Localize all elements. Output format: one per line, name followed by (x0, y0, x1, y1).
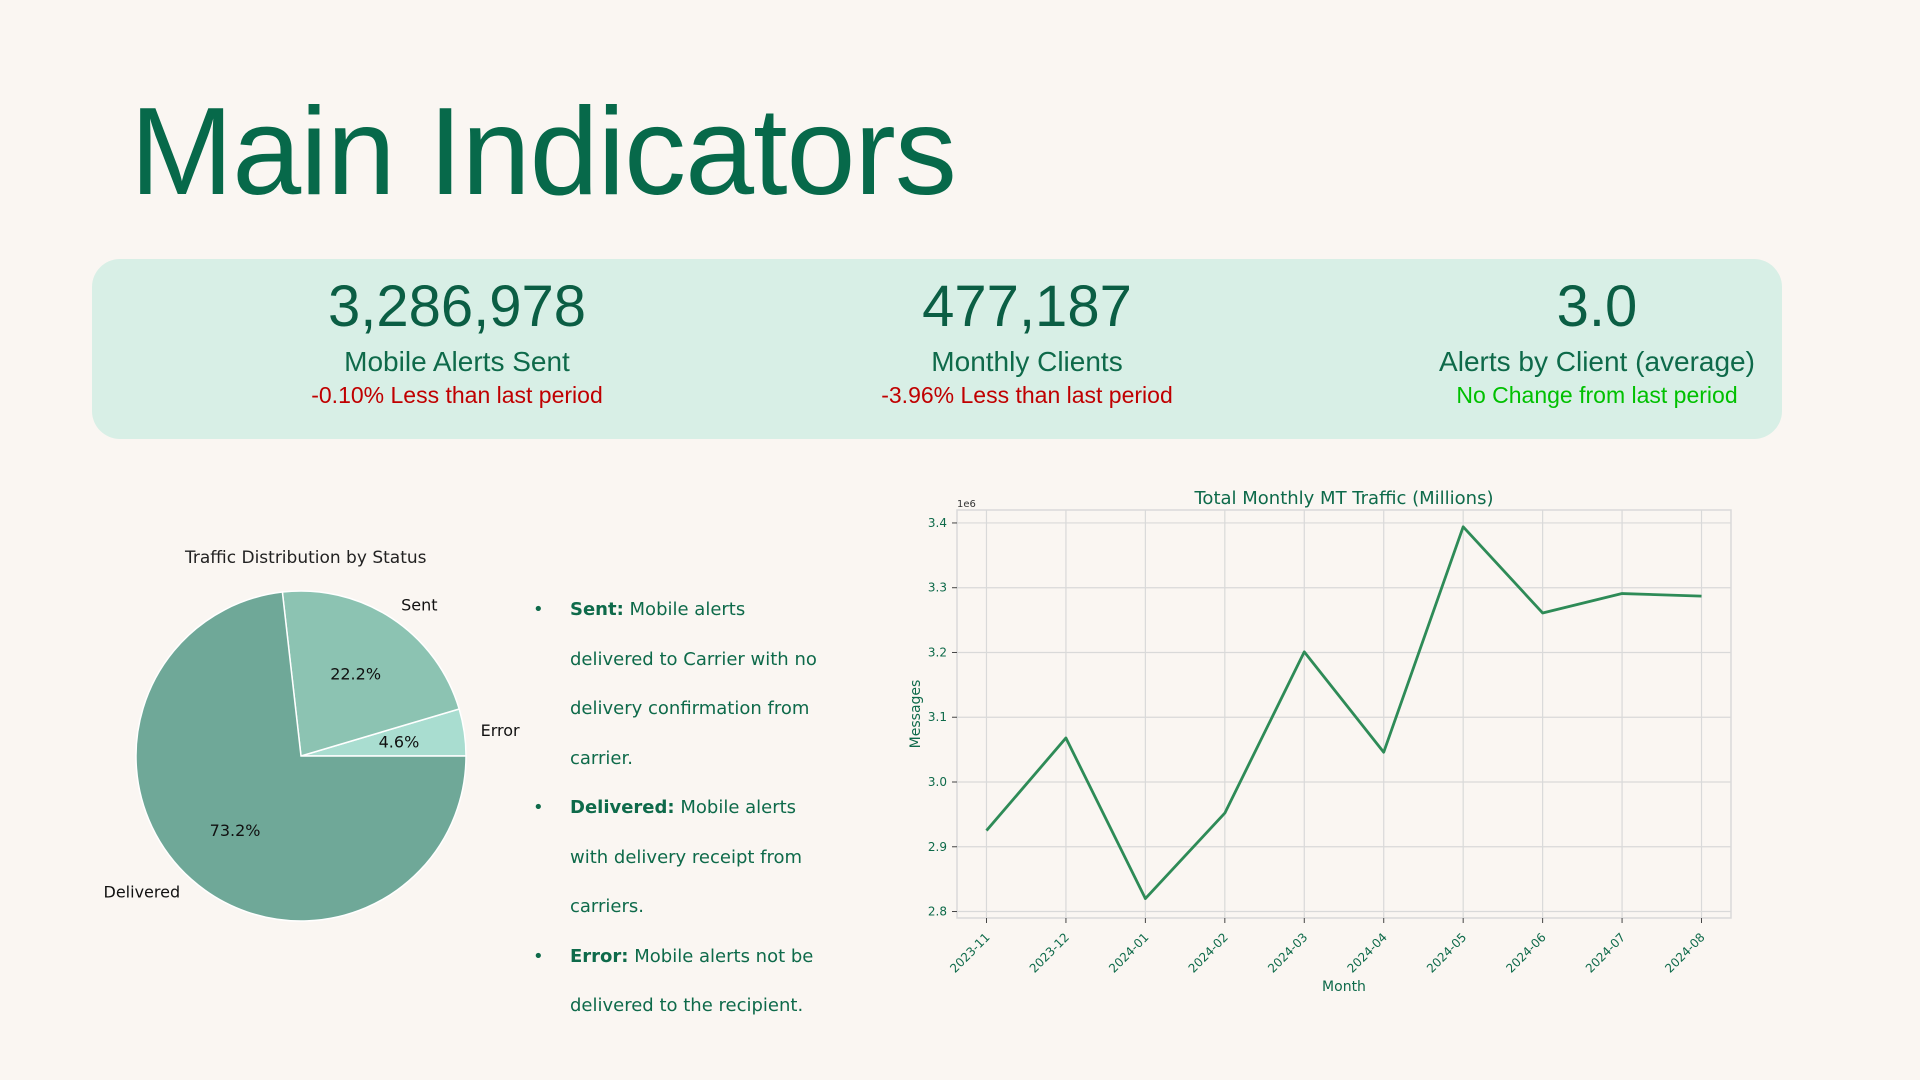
pie-chart-title: Traffic Distribution by Status (185, 548, 427, 568)
list-item: • Sent: Mobile alerts delivered to Carri… (533, 585, 853, 783)
pie-category-label: Sent (401, 596, 437, 615)
bullet-icon: • (533, 599, 544, 620)
bullet-text: with delivery receipt from (570, 846, 803, 868)
x-tick-label: 2024-06 (1503, 930, 1548, 975)
y-tick-label: 3.2 (928, 645, 947, 659)
kpi-change: -3.96% Less than last period (881, 382, 1173, 409)
kpi-label: Mobile Alerts Sent (344, 345, 570, 377)
y-offset-label: 1e6 (957, 499, 976, 510)
kpi-value: 477,187 (922, 274, 1132, 339)
x-tick-label: 2023-12 (1027, 930, 1072, 975)
y-tick-label: 2.9 (928, 840, 947, 854)
bullet-text: carriers. (570, 896, 644, 917)
kpi-value: 3.0 (1556, 274, 1638, 339)
bullet-text: Mobile alerts not be (634, 945, 814, 967)
x-tick-label: 2023-11 (947, 930, 992, 975)
page-title: Main Indicators (130, 83, 957, 221)
kpi-monthly-clients: 477,187 Monthly Clients -3.96% Less than… (747, 259, 1307, 410)
bullet-text: carrier. (570, 747, 633, 769)
kpi-alerts-by-client: 3.0 Alerts by Client (average) No Change… (1317, 259, 1877, 410)
kpi-panel: 3,286,978 Mobile Alerts Sent -0.10% Less… (92, 259, 1782, 439)
y-tick-label: 3.3 (928, 581, 947, 595)
list-item: • Error: Mobile alerts not be delivered … (533, 932, 853, 1031)
bullet-term: Delivered: (570, 797, 675, 818)
bullet-icon: • (533, 945, 544, 967)
x-tick-label: 2024-08 (1662, 930, 1707, 975)
line-series (985, 525, 1702, 900)
bullet-term: Sent: (570, 599, 624, 620)
y-tick-label: 3.4 (928, 516, 947, 530)
pie-category-label: Delivered (104, 882, 181, 901)
pie-value-label: 4.6% (379, 733, 420, 752)
x-tick-label: 2024-02 (1186, 930, 1231, 975)
y-tick-label: 2.8 (928, 905, 947, 919)
line-chart: 2.8 2.9 3.0 3.1 3.2 3.3 3.4 2023-11 2023-12 2024-… (908, 488, 1732, 995)
status-legend-list: • Sent: Mobile alerts delivered to Carri… (533, 585, 853, 1031)
plot-frame (956, 509, 1732, 919)
bullet-text: delivery confirmation from (570, 698, 810, 719)
x-tick-label: 2024-05 (1424, 930, 1469, 975)
x-tick-label: 2024-04 (1344, 930, 1389, 975)
pie-category-label: Error (481, 721, 520, 740)
kpi-alerts-sent: 3,286,978 Mobile Alerts Sent -0.10% Less… (177, 259, 737, 410)
y-axis-label: Messages (908, 680, 924, 749)
kpi-value: 3,286,978 (327, 274, 587, 339)
pie-value-label: 73.2% (210, 821, 261, 840)
y-tick-label: 3.1 (928, 710, 947, 724)
x-tick-label: 2024-03 (1265, 930, 1310, 975)
bullet-text: delivered to Carrier with no (570, 648, 817, 670)
kpi-change: -0.10% Less than last period (311, 382, 603, 409)
bullet-term: Error: (570, 945, 629, 967)
pie-chart: 4.6% Error 22.2% Sent 73.2% Delivered (104, 590, 520, 922)
kpi-label: Monthly Clients (931, 345, 1123, 377)
list-item: • Delivered: Mobile alerts with delivery… (533, 783, 853, 932)
bullet-text: Mobile alerts (680, 797, 797, 818)
x-tick-label: 2024-07 (1583, 930, 1628, 975)
x-axis-label: Month (1322, 979, 1366, 995)
bullet-icon: • (533, 797, 544, 818)
kpi-change: No Change from last period (1456, 382, 1738, 409)
bullet-text: delivered to the recipient. (570, 995, 804, 1016)
pie-value-label: 22.2% (330, 664, 381, 683)
line-chart-title: Total Monthly MT Traffic (Millions) (1194, 488, 1494, 509)
kpi-label: Alerts by Client (average) (1439, 345, 1755, 377)
bullet-text: Mobile alerts (629, 599, 746, 620)
x-tick-label: 2024-01 (1106, 930, 1151, 975)
y-tick-label: 3.0 (928, 775, 947, 789)
